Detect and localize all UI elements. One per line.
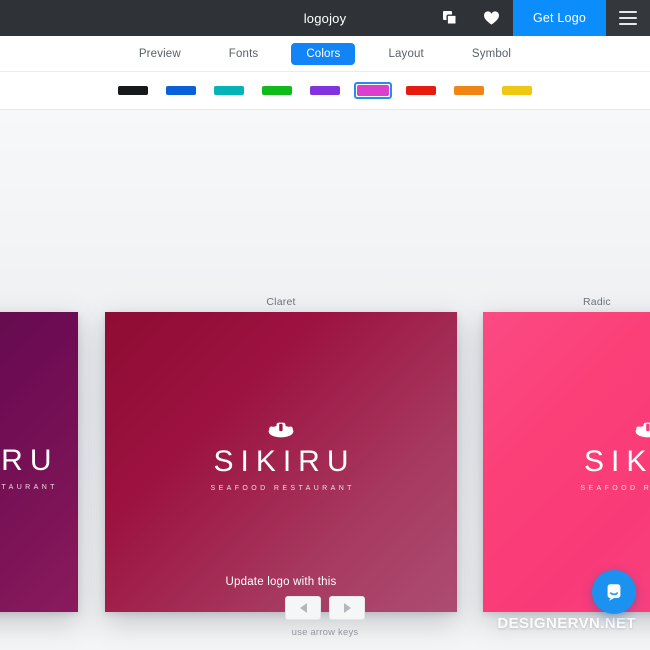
hamburger-bar xyxy=(619,17,637,19)
color-swatch-blue[interactable] xyxy=(162,82,200,99)
tab-fonts[interactable]: Fonts xyxy=(214,43,274,65)
app-root: logojoy Get Logo Preview Fonts Colors La… xyxy=(0,0,650,650)
card-label-next: Radic xyxy=(583,296,611,308)
hamburger-bar xyxy=(619,11,637,13)
get-logo-button[interactable]: Get Logo xyxy=(512,0,606,36)
editor-tabs: Preview Fonts Colors Layout Symbol xyxy=(0,36,650,72)
arrow-keys-hint: use arrow keys xyxy=(291,627,359,638)
color-swatch-bar xyxy=(0,72,650,110)
arrow-left-glyph xyxy=(299,603,307,613)
logo-tagline: SEAFOOD RESTAURANT xyxy=(0,483,58,491)
tab-preview[interactable]: Preview xyxy=(124,43,196,65)
swatch-fill xyxy=(262,86,292,95)
card-label-current: Claret xyxy=(266,296,296,308)
logo-lockup: SIKIRU SEAFOOD RESTAURANT xyxy=(0,422,78,491)
logo-card-previous[interactable]: SIKIRU SEAFOOD RESTAURANT xyxy=(0,292,78,612)
logo-canvas: SIKIRU SEAFOOD RESTAURANT Claret xyxy=(0,110,650,650)
sushi-icon xyxy=(268,422,294,438)
tab-symbol[interactable]: Symbol xyxy=(457,43,526,65)
carousel-arrow-row xyxy=(285,596,365,620)
hamburger-menu-icon[interactable] xyxy=(606,0,650,36)
sushi-icon xyxy=(635,422,650,438)
hamburger-bar xyxy=(619,23,637,25)
heart-icon[interactable] xyxy=(471,0,513,36)
color-swatch-red[interactable] xyxy=(402,82,440,99)
arrow-right-icon[interactable] xyxy=(329,596,365,620)
swatch-fill xyxy=(357,85,389,96)
copy-icon[interactable] xyxy=(429,0,471,36)
logo-preview-current[interactable]: SIKIRU SEAFOOD RESTAURANT Update logo wi… xyxy=(105,312,457,612)
color-swatch-teal[interactable] xyxy=(210,82,248,99)
chat-bubble-icon[interactable] xyxy=(592,570,636,614)
logo-lockup: SIK SEAFOOD R xyxy=(483,421,650,492)
logo-preview-next[interactable]: SIK SEAFOOD R xyxy=(483,312,650,612)
tab-layout[interactable]: Layout xyxy=(373,43,438,65)
swatch-fill xyxy=(310,86,340,95)
swatch-fill xyxy=(214,86,244,95)
color-swatch-black[interactable] xyxy=(114,82,152,99)
swatch-fill xyxy=(406,86,436,95)
logo-lockup: SIKIRU SEAFOOD RESTAURANT xyxy=(105,421,457,492)
card-label-previous xyxy=(0,292,78,312)
top-bar: logojoy Get Logo xyxy=(0,0,650,36)
logo-card-next[interactable]: Radic SIK SEAFOOD R xyxy=(483,292,650,612)
logo-carousel: SIKIRU SEAFOOD RESTAURANT Claret xyxy=(0,292,650,622)
update-logo-button[interactable]: Update logo with this xyxy=(105,576,457,588)
color-swatch-magenta-selected[interactable] xyxy=(354,82,392,99)
arrow-right-glyph xyxy=(343,603,351,613)
logo-brand-name: SIKIRU xyxy=(213,444,356,478)
color-swatch-yellow[interactable] xyxy=(498,82,536,99)
logo-brand-name: SIKIRU xyxy=(0,443,59,477)
logo-preview-previous[interactable]: SIKIRU SEAFOOD RESTAURANT xyxy=(0,312,78,612)
tab-colors[interactable]: Colors xyxy=(291,42,356,65)
logo-tagline: SEAFOOD RESTAURANT xyxy=(210,484,355,492)
swatch-fill xyxy=(454,86,484,95)
color-swatch-orange[interactable] xyxy=(450,82,488,99)
color-swatch-purple[interactable] xyxy=(306,82,344,99)
carousel-navigation: use arrow keys xyxy=(0,596,650,638)
swatch-fill xyxy=(166,86,196,95)
swatch-fill xyxy=(502,86,532,95)
logo-brand-name: SIK xyxy=(584,444,650,478)
swatch-fill xyxy=(118,86,148,95)
top-bar-actions: Get Logo xyxy=(429,0,650,36)
color-swatch-green[interactable] xyxy=(258,82,296,99)
arrow-left-icon[interactable] xyxy=(285,596,321,620)
logo-tagline: SEAFOOD R xyxy=(580,484,650,492)
logo-card-current[interactable]: Claret SIKIRU SEAFOOD RESTAURANT Update … xyxy=(105,292,457,612)
